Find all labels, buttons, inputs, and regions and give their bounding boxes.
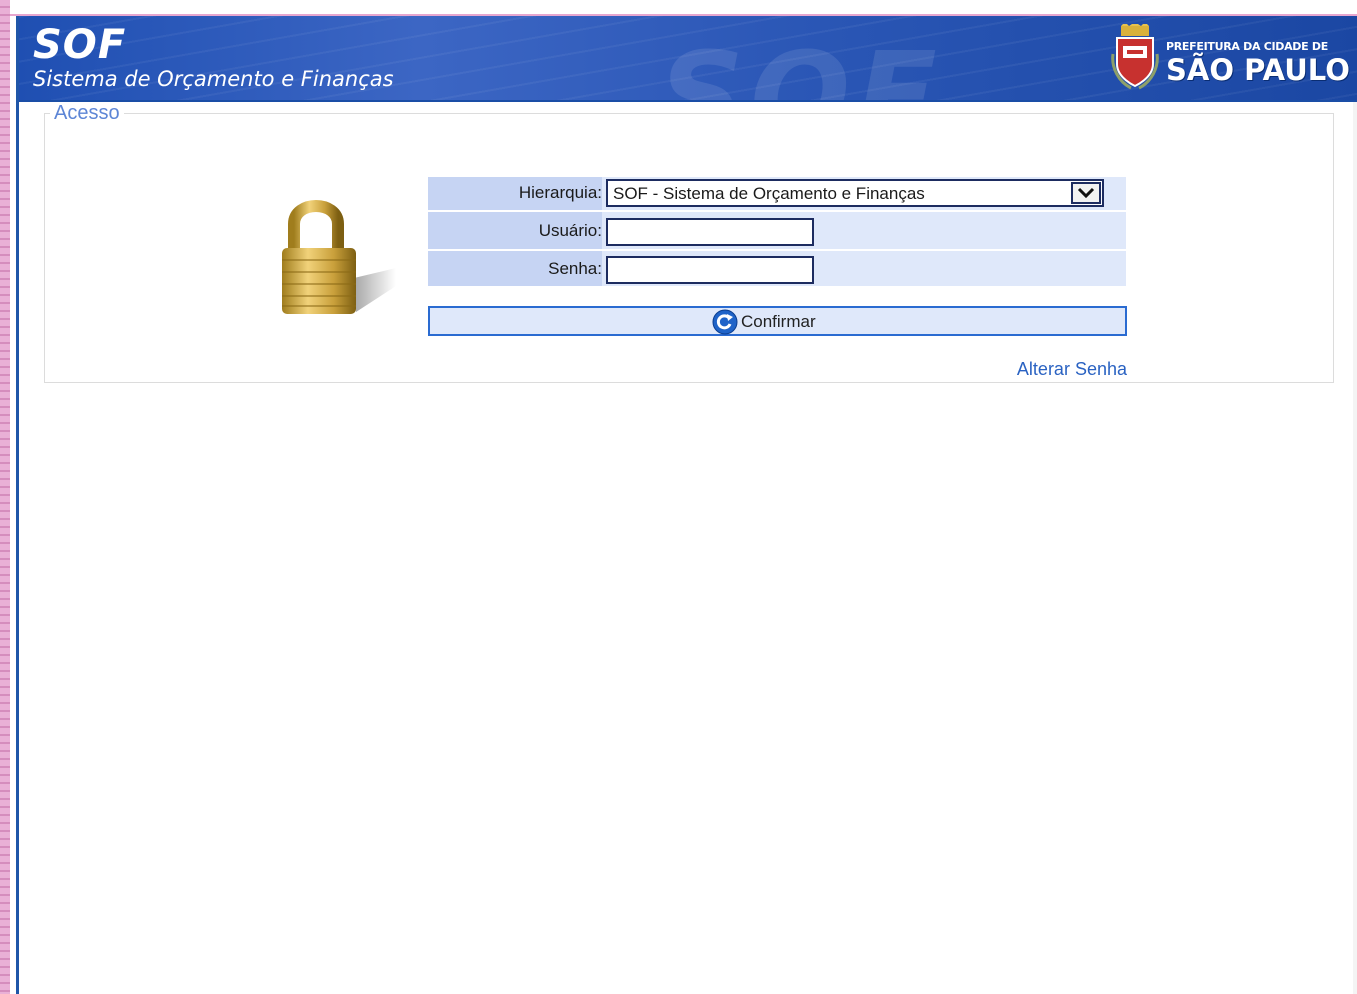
hierarchy-label: Hierarquia: [518, 183, 602, 202]
confirm-button[interactable]: Confirmar [428, 306, 1127, 336]
user-label: Usuário: [538, 221, 602, 240]
city-prefix-text: PREFEITURA DA CIDADE DE [1166, 40, 1328, 53]
password-input[interactable] [606, 256, 814, 284]
access-legend: Acesso [50, 102, 124, 124]
alter-password-link[interactable]: Alterar Senha [1017, 358, 1127, 380]
header-watermark: SOF [659, 26, 943, 100]
hierarchy-selected-value: SOF - Sistema de Orçamento e Finanças [613, 184, 925, 203]
user-input[interactable] [606, 218, 814, 246]
left-window-frame [0, 0, 10, 994]
password-label: Senha: [548, 259, 602, 278]
city-coat-of-arms-icon [1111, 24, 1159, 90]
refresh-arrow-icon [712, 309, 738, 335]
chevron-down-icon [1077, 187, 1095, 199]
padlock-icon [282, 200, 396, 314]
app-title: SOF [33, 22, 127, 68]
confirm-button-label: Confirmar [741, 312, 816, 331]
header-divider [19, 100, 1357, 102]
hierarchy-select[interactable]: SOF - Sistema de Orçamento e Finanças [606, 179, 1104, 207]
left-border-line [16, 16, 19, 994]
city-name-text: SÃO PAULO [1166, 53, 1350, 87]
right-scroll-edge [1353, 102, 1357, 994]
dropdown-button[interactable] [1071, 182, 1101, 204]
app-header: SOF SOF Sistema de Orçamento e Finanças … [19, 16, 1357, 100]
app-subtitle: Sistema de Orçamento e Finanças [33, 67, 394, 91]
